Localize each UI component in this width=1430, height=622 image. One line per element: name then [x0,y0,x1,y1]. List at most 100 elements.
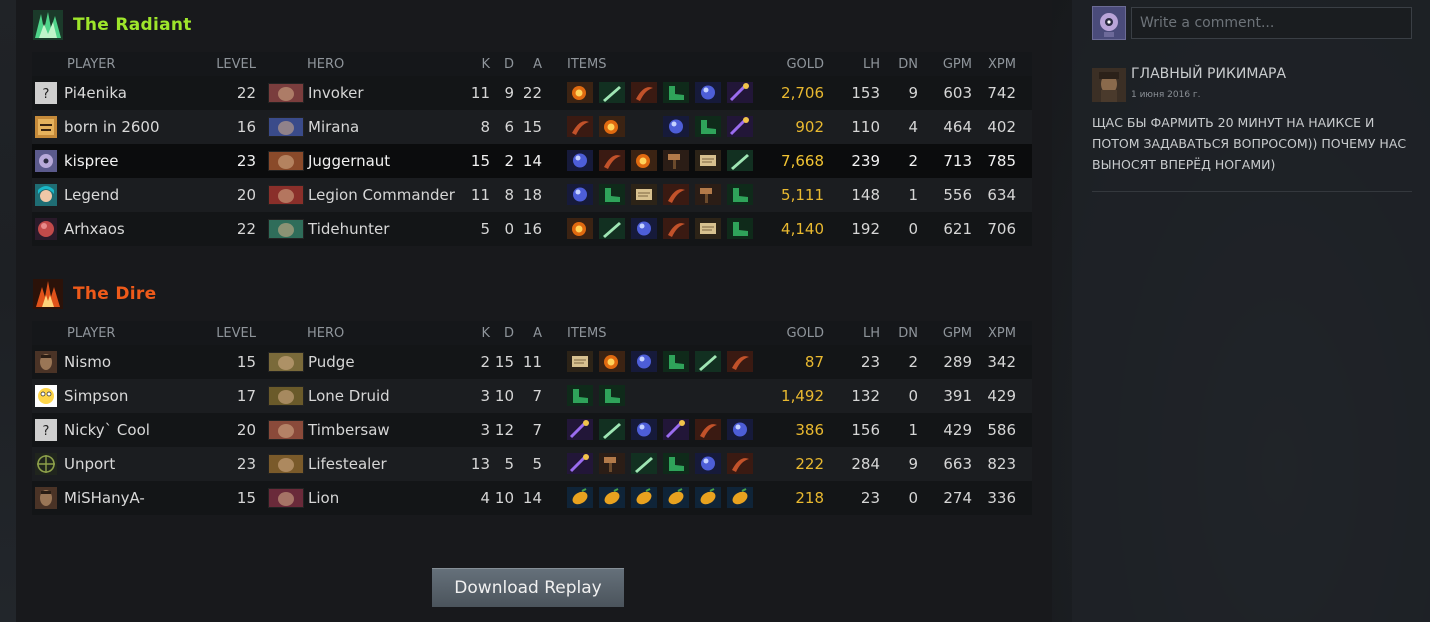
hammer-icon[interactable] [599,453,625,474]
table-row[interactable]: kispree 23 Juggernaut 15 2 14 7,668 239 2 713 785 [32,144,1032,178]
orb-icon[interactable] [631,218,657,239]
player-name[interactable]: born in 2600 [64,118,160,136]
dagger-icon[interactable] [727,150,753,171]
boots-icon[interactable] [727,184,753,205]
table-row[interactable]: Unport 23 Lifestealer 13 5 5 222 284 9 663 823 [32,447,1032,481]
column-header-xpm[interactable]: XPM [984,321,1016,345]
hero-portrait-icon[interactable] [268,420,304,440]
flame-icon[interactable] [567,218,593,239]
column-header-dn[interactable]: DN [898,321,918,345]
tiger-avatar-icon[interactable] [35,116,57,138]
table-row[interactable]: Arhxaos 22 Tidehunter 5 0 16 4,140 192 0 621 706 [32,212,1032,246]
player-name[interactable]: kispree [64,152,119,170]
table-row[interactable]: Simpson 17 Lone Druid 3 10 7 1,492 132 0 391 429 [32,379,1032,413]
hero-portrait-icon[interactable] [268,185,304,205]
download-replay-button[interactable]: Download Replay [432,568,624,607]
orb-icon[interactable] [695,82,721,103]
scroll-icon[interactable] [695,150,721,171]
cartoon-avatar-icon[interactable] [35,385,57,407]
orb-icon[interactable] [567,184,593,205]
column-header-dn[interactable]: DN [898,52,918,76]
hero-portrait-icon[interactable] [268,117,304,137]
orb-icon[interactable] [567,150,593,171]
column-header-d[interactable]: D [494,321,514,345]
staff-icon[interactable] [567,453,593,474]
girl-avatar-icon[interactable] [35,184,57,206]
player-name[interactable]: MiSHanyA- [64,489,145,507]
column-header-a[interactable]: A [518,321,542,345]
column-header-k[interactable]: K [468,321,490,345]
table-row[interactable]: MiSHanyA- 15 Lion 4 10 14 218 23 0 274 336 [32,481,1032,515]
orb-icon[interactable] [631,419,657,440]
dagger-icon[interactable] [695,351,721,372]
unknown-avatar-icon[interactable]: ? [35,419,57,441]
hero-name[interactable]: Pudge [308,353,355,371]
boots-icon[interactable] [567,385,593,406]
flame-icon[interactable] [599,116,625,137]
column-header-gold[interactable]: GOLD [772,52,824,76]
boots-icon[interactable] [663,351,689,372]
hero-name[interactable]: Timbersaw [308,421,390,439]
mango-icon[interactable] [695,487,721,508]
column-header-gold[interactable]: GOLD [772,321,824,345]
claw-icon[interactable] [599,150,625,171]
claw-icon[interactable] [663,184,689,205]
column-header-d[interactable]: D [494,52,514,76]
staff-icon[interactable] [727,116,753,137]
claw-icon[interactable] [695,419,721,440]
mango-icon[interactable] [599,487,625,508]
hero-portrait-icon[interactable] [268,454,304,474]
table-row[interactable]: ? Nicky` Cool 20 Timbersaw 3 12 7 386 156 1 429 586 [32,413,1032,447]
crosshair-avatar-icon[interactable] [35,453,57,475]
mango-icon[interactable] [631,487,657,508]
flame-icon[interactable] [631,150,657,171]
hero-name[interactable]: Juggernaut [308,152,390,170]
boots-icon[interactable] [599,184,625,205]
claw-icon[interactable] [631,82,657,103]
boots-icon[interactable] [599,385,625,406]
column-header-a[interactable]: A [518,52,542,76]
sphere-avatar-icon[interactable] [35,218,57,240]
player-name[interactable]: Nismo [64,353,111,371]
staff-icon[interactable] [727,82,753,103]
hero-name[interactable]: Lion [308,489,339,507]
hero-name[interactable]: Lifestealer [308,455,387,473]
player-name[interactable]: Nicky` Cool [64,421,150,439]
hero-portrait-icon[interactable] [268,352,304,372]
flame-icon[interactable] [567,82,593,103]
current-user-avatar[interactable] [1092,6,1126,40]
flame-icon[interactable] [599,351,625,372]
table-row[interactable]: Nismo 15 Pudge 2 15 11 87 23 2 289 342 [32,345,1032,379]
face-avatar-icon[interactable] [35,487,57,509]
column-header-lh[interactable]: LH [850,321,880,345]
hammer-icon[interactable] [663,150,689,171]
orb-icon[interactable] [663,116,689,137]
column-header-lh[interactable]: LH [850,52,880,76]
boots-icon[interactable] [695,116,721,137]
table-row[interactable]: Legend 20 Legion Commander 11 8 18 5,111 148 1 55… [32,178,1032,212]
staff-icon[interactable] [567,419,593,440]
robot-avatar-icon[interactable] [35,150,57,172]
dagger-icon[interactable] [599,218,625,239]
commenter-name[interactable]: ГЛАВНЫЙ РИКИМАРА [1131,66,1286,82]
orb-icon[interactable] [695,453,721,474]
hero-name[interactable]: Legion Commander [308,186,455,204]
dagger-icon[interactable] [599,419,625,440]
hero-portrait-icon[interactable] [268,386,304,406]
player-name[interactable]: Simpson [64,387,128,405]
staff-icon[interactable] [663,419,689,440]
claw-icon[interactable] [727,453,753,474]
column-header-gpm[interactable]: GPM [938,52,972,76]
mango-icon[interactable] [567,487,593,508]
orb-icon[interactable] [631,351,657,372]
table-row[interactable]: ? Pi4enika 22 Invoker 11 9 22 2,706 153 9 603 742 [32,76,1032,110]
boots-icon[interactable] [727,218,753,239]
table-row[interactable]: born in 2600 16 Mirana 8 6 15 902 110 4 464 402 [32,110,1032,144]
claw-icon[interactable] [663,218,689,239]
comment-input[interactable] [1131,7,1412,39]
hero-name[interactable]: Lone Druid [308,387,390,405]
hero-portrait-icon[interactable] [268,83,304,103]
column-header-items[interactable]: ITEMS [567,321,767,345]
column-header-xpm[interactable]: XPM [984,52,1016,76]
column-header-items[interactable]: ITEMS [567,52,767,76]
